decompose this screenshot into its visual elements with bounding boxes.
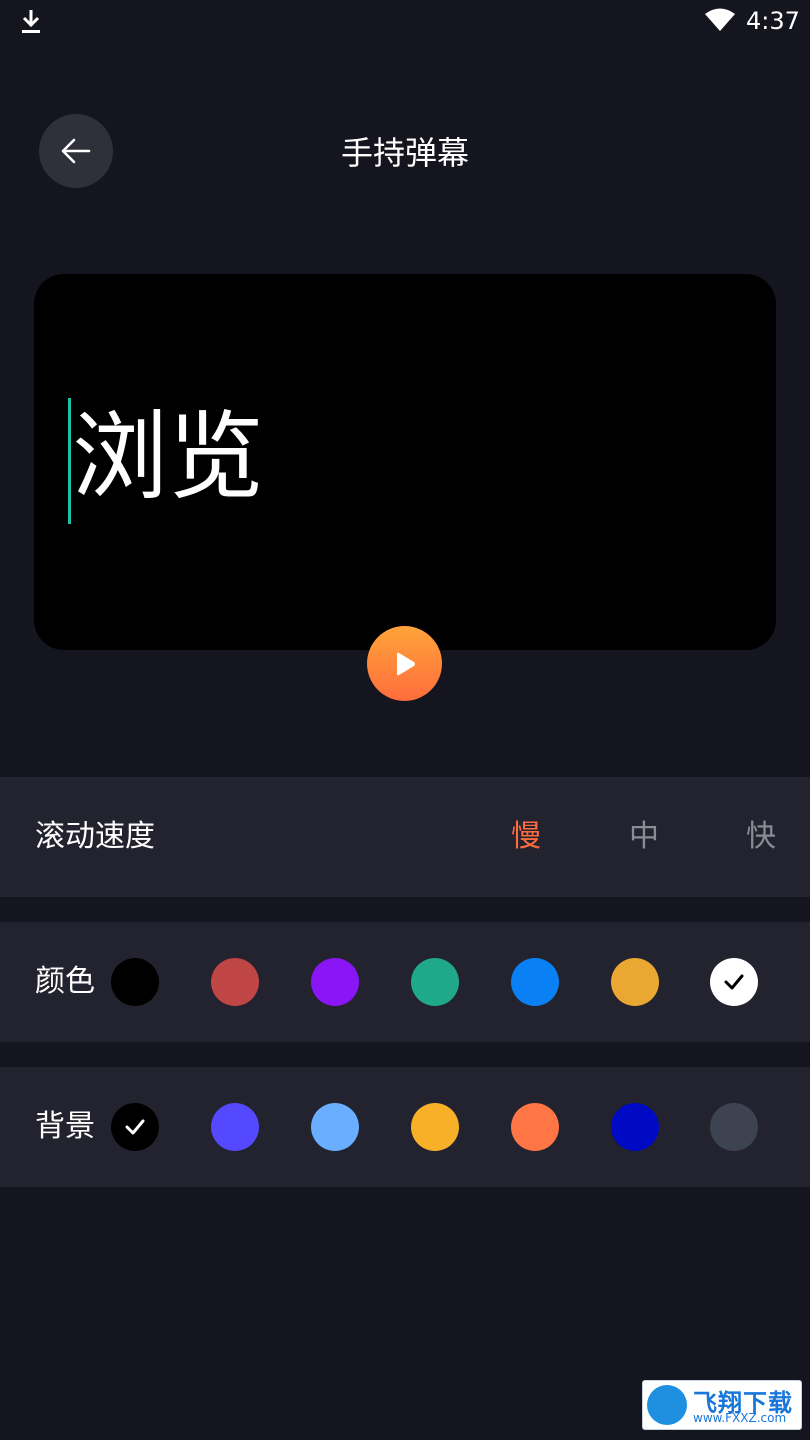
check-icon [125, 1119, 145, 1135]
background-swatch-3[interactable] [311, 1103, 359, 1151]
text-color-swatch-6[interactable] [611, 958, 659, 1006]
text-color-swatch-2[interactable] [211, 958, 259, 1006]
speed-option-medium[interactable]: 中 [614, 777, 674, 897]
text-cursor [68, 398, 71, 524]
wifi-icon [705, 8, 735, 31]
background-row: 背景 [0, 1067, 810, 1187]
text-color-label: 颜色 [35, 964, 95, 999]
watermark-url: www.FXXZ.com [693, 1411, 787, 1425]
background-swatch-6[interactable] [611, 1103, 659, 1151]
watermark-logo: 飞翔下载 www.FXXZ.com [642, 1380, 802, 1430]
speed-option-slow[interactable]: 慢 [496, 777, 556, 897]
download-icon [22, 10, 40, 33]
text-color-swatch-7[interactable] [710, 958, 758, 1006]
speed-option-fast[interactable]: 快 [731, 777, 791, 897]
danmaku-preview[interactable]: 浏览 [34, 274, 776, 650]
page-title: 手持弹幕 [340, 134, 469, 172]
text-color-swatch-4[interactable] [411, 958, 459, 1006]
preview-text[interactable]: 浏览 [72, 402, 264, 512]
play-icon [396, 652, 415, 675]
background-swatch-4[interactable] [411, 1103, 459, 1151]
speed-row: 滚动速度 慢 中 快 [0, 777, 810, 897]
speed-label: 滚动速度 [35, 819, 155, 854]
text-color-swatch-3[interactable] [311, 958, 359, 1006]
text-color-swatch-1[interactable] [111, 958, 159, 1006]
background-swatch-5[interactable] [511, 1103, 559, 1151]
text-color-row: 颜色 [0, 922, 810, 1042]
status-time: 4:37 [746, 7, 800, 35]
text-color-swatch-5[interactable] [511, 958, 559, 1006]
background-swatch-2[interactable] [211, 1103, 259, 1151]
background-swatch-7[interactable] [710, 1103, 758, 1151]
check-icon [724, 974, 744, 990]
background-label: 背景 [35, 1109, 95, 1144]
play-button[interactable] [367, 626, 442, 701]
watermark-logo-icon [647, 1385, 687, 1425]
background-swatch-1[interactable] [111, 1103, 159, 1151]
status-bar: 4:37 [0, 0, 810, 44]
